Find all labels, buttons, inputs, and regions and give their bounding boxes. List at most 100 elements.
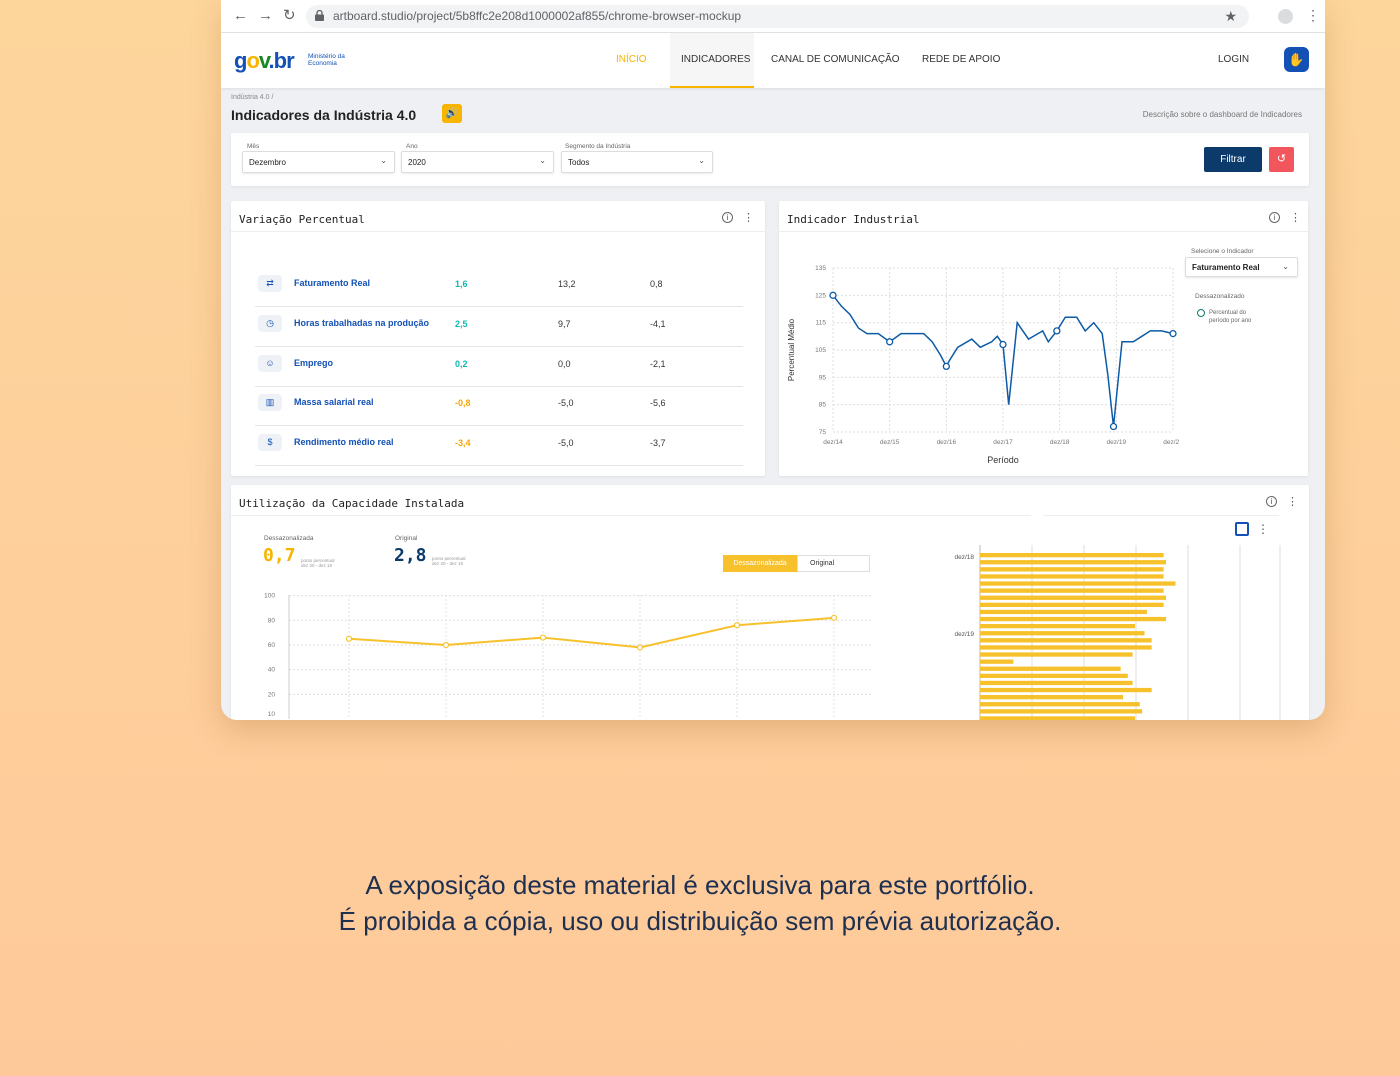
y-tick-label: 115 <box>816 320 827 327</box>
x-tick-label: dez/18 <box>1050 439 1070 446</box>
table-row[interactable]: ⇄ Faturamento Real 1,6 13,2 0,8 <box>255 267 743 307</box>
login-link[interactable]: LOGIN <box>1218 54 1249 65</box>
bar <box>980 659 1014 664</box>
chevron-down-icon: ⌄ <box>1282 262 1289 271</box>
bar <box>980 595 1166 600</box>
orig-value: 2,8 <box>394 545 427 566</box>
indicador-card: Indicador Industrial i ⋮ 75 85 95 105 115 125 1… <box>779 201 1308 476</box>
y-tick-label: 85 <box>819 402 827 409</box>
menu-item-inicio[interactable]: INÍCIO <box>616 54 647 65</box>
series-line <box>348 616 835 649</box>
table-row[interactable]: ☺ Emprego 0,2 0,0 -2,1 <box>255 347 743 387</box>
url-field[interactable]: artboard.studio/project/5b8ffc2e208d1000… <box>306 5 1249 28</box>
indicator-select[interactable]: Faturamento Real ⌄ <box>1185 257 1298 277</box>
y-tick-label: 75 <box>819 429 827 436</box>
row-value-1: 2,5 <box>455 319 468 329</box>
info-icon[interactable]: i <box>1269 212 1280 223</box>
legend-item[interactable]: Percentual do período por ano <box>1197 309 1251 325</box>
row-name: Faturamento Real <box>294 278 371 288</box>
row-value-1: 0,2 <box>455 359 468 369</box>
row-value-2: 0,0 <box>558 359 571 369</box>
series-point <box>942 362 950 371</box>
govbr-logo[interactable]: gov.br <box>234 48 295 74</box>
bar <box>980 638 1152 643</box>
row-value-3: 0,8 <box>650 279 663 289</box>
indicador-line-chart: 75 85 95 105 115 125 135 dez/14 dez/15 dez/16 dez/… <box>787 265 1179 465</box>
table-row[interactable]: ▥ Massa salarial real -0,8 -5,0 -5,6 <box>255 386 743 426</box>
reset-icon[interactable]: ↺ <box>1269 147 1294 172</box>
browser-window: ← → ↻ artboard.studio/project/5b8ffc2e20… <box>221 0 1325 720</box>
kebab-icon[interactable]: ⋮ <box>1290 212 1301 224</box>
kebab-icon[interactable]: ⋮ <box>1257 522 1269 536</box>
x-tick-label: dez/17 <box>993 439 1013 446</box>
description-link[interactable]: Descrição sobre o dashboard de Indicador… <box>1143 110 1302 119</box>
profile-avatar[interactable] <box>1278 9 1293 24</box>
browser-menu-icon[interactable]: ⋮ <box>1306 7 1320 23</box>
bar <box>980 581 1176 586</box>
row-value-1: -0,8 <box>455 398 471 408</box>
toggle-original[interactable]: Original <box>797 555 870 572</box>
series-point <box>636 644 644 651</box>
table-row[interactable]: $ Rendimento médio real -3,4 -5,0 -3,7 <box>255 426 743 466</box>
y-tick-label: 60 <box>268 642 276 649</box>
back-icon[interactable]: ← <box>233 8 248 24</box>
category-label: dez/18 <box>954 554 974 561</box>
y-axis-label: Percentual Médio <box>787 318 796 381</box>
year-select[interactable]: 2020 ⌄ <box>401 151 554 173</box>
menu-item-rede[interactable]: REDE DE APOIO <box>922 54 1000 65</box>
x-tick-label: dez/15 <box>880 439 900 446</box>
bar <box>980 702 1140 707</box>
row-value-2: -5,0 <box>558 398 574 408</box>
variacao-actions: i ⋮ <box>722 211 754 224</box>
series-point <box>1169 329 1177 338</box>
menu-item-canal[interactable]: CANAL DE COMUNICAÇÃO <box>771 54 900 65</box>
table-row[interactable]: ◷ Horas trabalhadas na produção 2,5 9,7 -4,1 <box>255 307 743 347</box>
filter-button[interactable]: Filtrar <box>1204 147 1262 172</box>
bar <box>980 616 1166 622</box>
month-select[interactable]: Dezembro ⌄ <box>242 151 395 173</box>
kebab-icon[interactable]: ⋮ <box>1287 496 1298 508</box>
row-value-3: -3,7 <box>650 438 666 448</box>
row-icon: ⇄ <box>258 275 282 292</box>
reload-icon[interactable]: ↻ <box>283 8 296 24</box>
segment-select[interactable]: Todos ⌄ <box>561 151 713 173</box>
ministry-name: Ministério da Economia <box>308 53 345 67</box>
calendar-icon[interactable] <box>1235 522 1249 536</box>
series-point <box>539 634 547 641</box>
row-value-3: -4,1 <box>650 319 666 329</box>
chevron-down-icon: ⌄ <box>698 156 705 165</box>
bar <box>980 652 1133 657</box>
row-icon: $ <box>258 434 282 451</box>
bar <box>980 567 1164 572</box>
bar <box>980 553 1164 558</box>
x-tick-label: dez/16 <box>937 439 957 446</box>
segment-label: Segmento da Indústria <box>565 143 631 150</box>
speaker-icon[interactable]: 🔊 <box>442 104 462 123</box>
accessibility-hand-icon[interactable]: ✋ <box>1284 47 1309 72</box>
star-icon[interactable]: ★ <box>1224 8 1237 25</box>
toggle-dessazonalizada[interactable]: Dessazonalizada <box>723 555 797 572</box>
utilizacao-bar-chart: dez/18 dez/19 <box>954 545 1281 720</box>
info-icon[interactable]: i <box>722 212 733 223</box>
bar <box>980 695 1124 700</box>
utilizacao-title: Utilização da Capacidade Instalada <box>239 497 465 510</box>
info-icon[interactable]: i <box>1266 496 1277 507</box>
forward-icon[interactable]: → <box>258 8 273 24</box>
series-point <box>886 338 894 346</box>
breadcrumb[interactable]: Indústria 4.0 / <box>231 94 273 101</box>
series-point <box>830 614 838 621</box>
dess-note: ponto percentual dez 20 - dez 19 <box>301 558 335 568</box>
y-tick-label: 10 <box>268 711 276 718</box>
variacao-card: Variação Percentual i ⋮ ⇄ Faturamento Real… <box>231 201 765 476</box>
legend-header: Dessazonalizado <box>1195 293 1245 300</box>
x-tick-label: dez/19 <box>1107 439 1127 446</box>
y-tick-label: 80 <box>268 617 276 624</box>
kebab-icon[interactable]: ⋮ <box>743 212 754 224</box>
series-point <box>733 622 741 629</box>
menu-item-indicadores[interactable]: INDICADORES <box>681 54 750 65</box>
bar <box>980 680 1133 686</box>
lock-icon <box>315 10 324 21</box>
row-icon: ◷ <box>258 315 282 332</box>
bar <box>980 574 1164 579</box>
card-divider-right <box>1043 515 1279 516</box>
